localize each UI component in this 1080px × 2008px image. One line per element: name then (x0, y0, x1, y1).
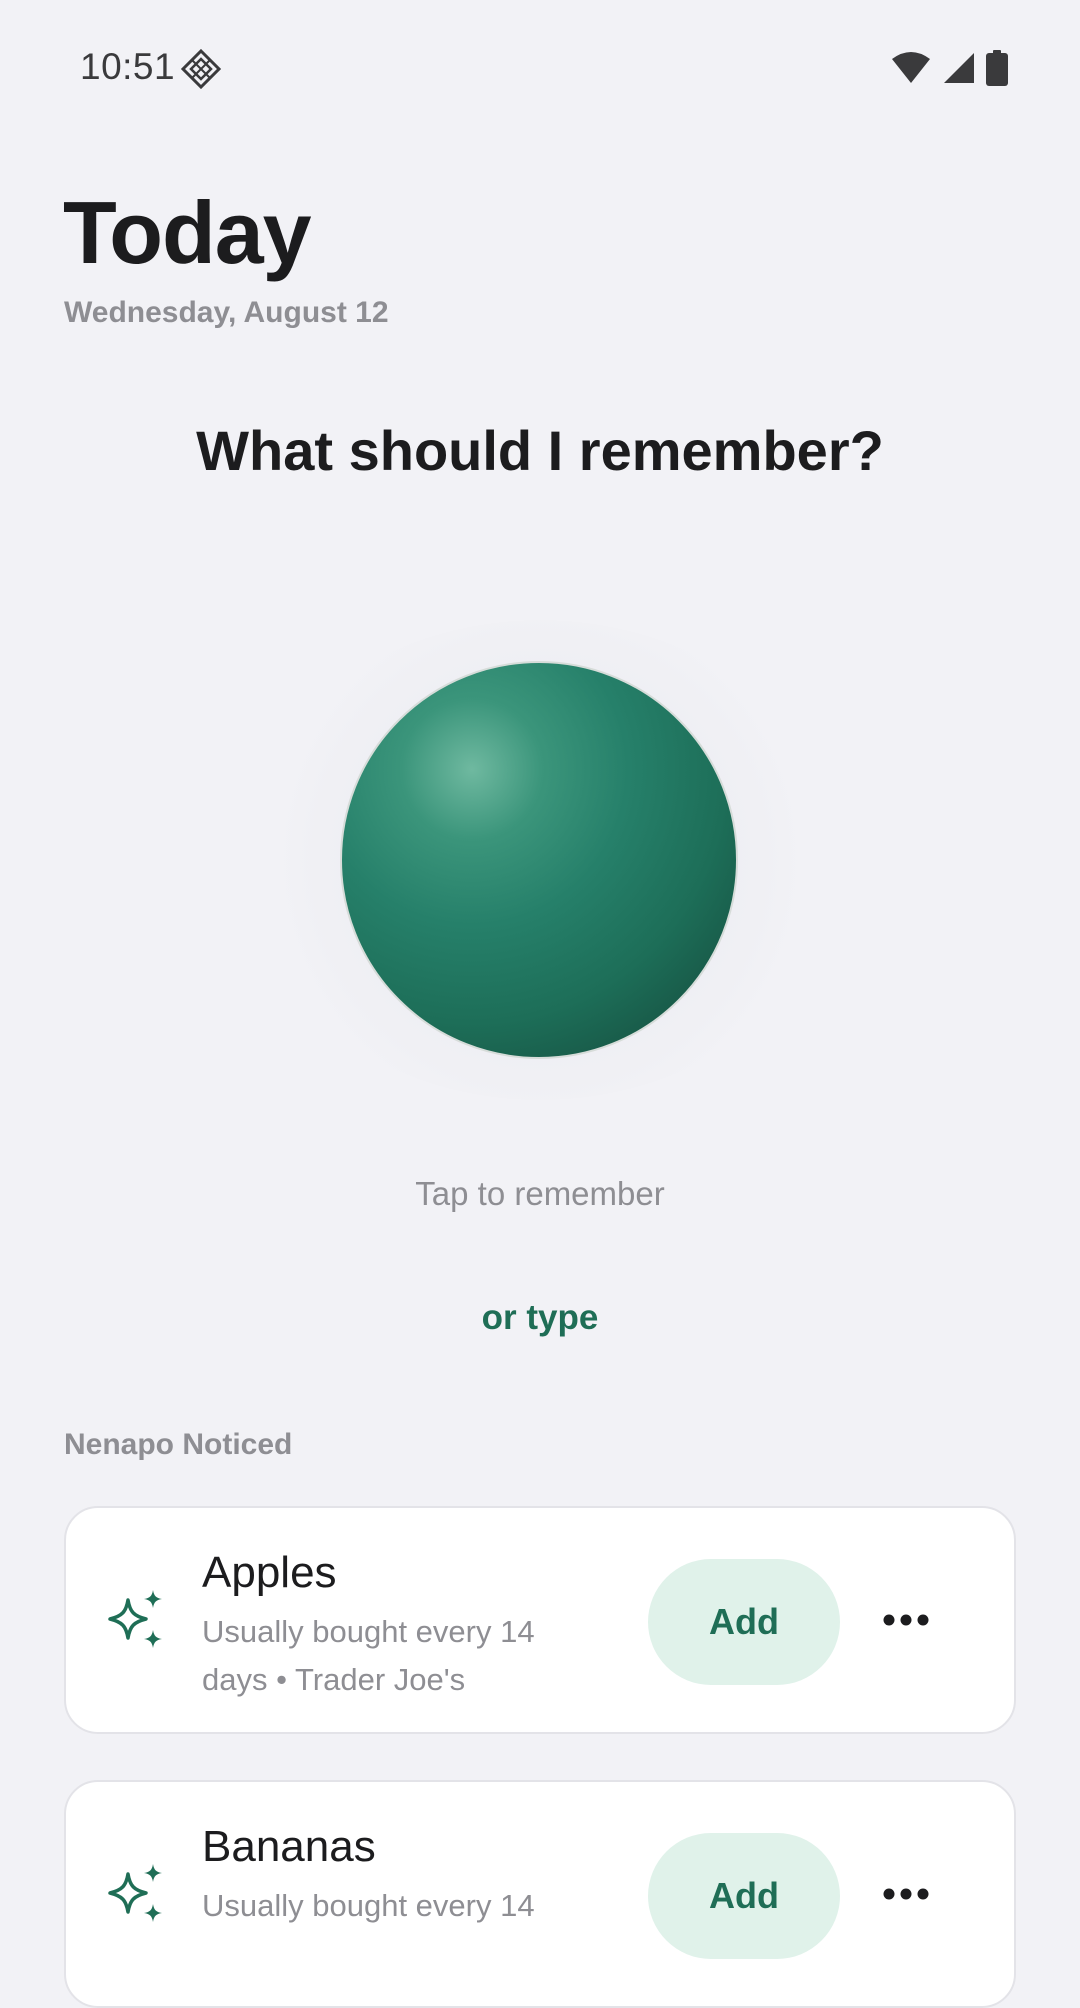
cell-signal-icon (942, 51, 976, 90)
wifi-icon (890, 51, 932, 90)
status-time: 10:51 (80, 46, 176, 87)
remember-orb-button[interactable] (340, 661, 738, 1059)
add-button[interactable]: Add (648, 1559, 840, 1685)
sparkle-icon (106, 1862, 168, 1924)
section-label-noticed: Nenapo Noticed (64, 1428, 293, 1461)
more-options-button[interactable] (876, 1592, 936, 1652)
suggestion-card: Apples Usually bought every 14 days • Tr… (64, 1506, 1016, 1734)
status-icons (890, 50, 1008, 91)
suggestion-card: Bananas Usually bought every 14 Add (64, 1780, 1016, 2008)
prompt-heading: What should I remember? (196, 419, 884, 482)
item-name: Bananas (202, 1822, 376, 1871)
status-bar: 10:51 (0, 0, 1080, 135)
add-button[interactable]: Add (648, 1833, 840, 1959)
item-detail: Usually bought every 14 (202, 1888, 535, 1923)
or-type-link[interactable]: or type (440, 1298, 640, 1338)
ellipsis-icon (883, 1887, 929, 1905)
sparkle-icon (106, 1588, 168, 1650)
tap-hint: Tap to remember (415, 1175, 665, 1212)
more-options-button[interactable] (876, 1866, 936, 1926)
ellipsis-icon (883, 1613, 929, 1631)
page-title: Today (63, 183, 312, 282)
item-name: Apples (202, 1548, 337, 1597)
page-date: Wednesday, August 12 (64, 296, 389, 329)
item-detail: Usually bought every 14 days • Trader Jo… (202, 1614, 535, 1697)
battery-icon (986, 50, 1008, 91)
diamond-grid-icon (180, 48, 222, 90)
